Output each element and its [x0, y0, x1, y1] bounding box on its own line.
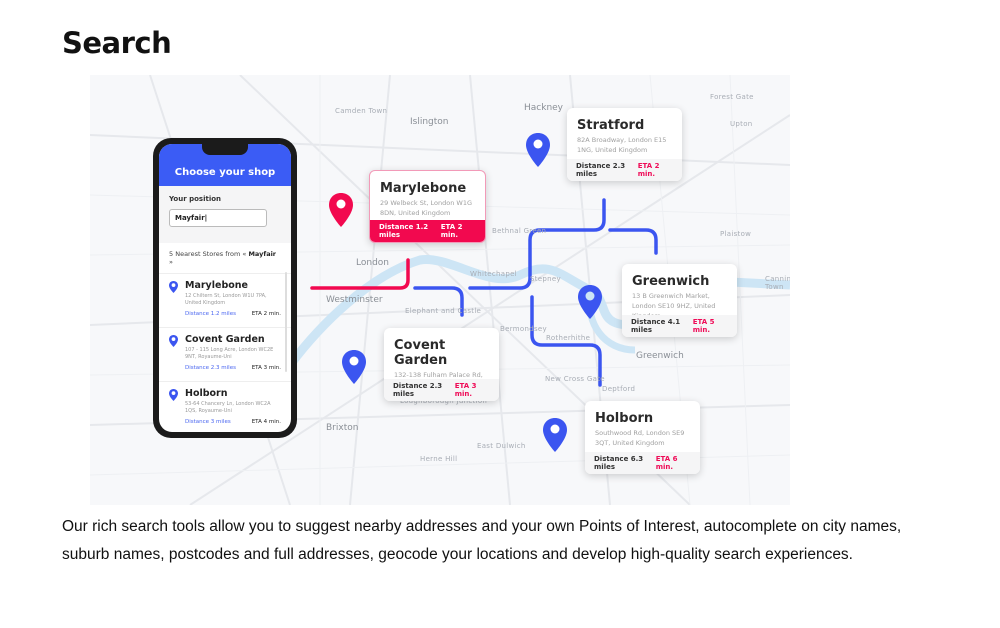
- store-list-item[interactable]: Covent Garden 107 - 115 Long Acre, Londo…: [159, 328, 291, 382]
- store-distance: Distance 6.3 miles: [594, 455, 644, 471]
- store-name: Stratford: [577, 118, 645, 133]
- store-card-greenwich[interactable]: Greenwich 13 B Greenwich Market, London …: [622, 264, 737, 337]
- store-name: Marylebone: [380, 181, 467, 196]
- location-pin-icon: [169, 389, 178, 401]
- page-title: Search: [62, 26, 172, 60]
- map-pin-icon[interactable]: [342, 350, 366, 384]
- map-label: Westminster: [326, 295, 383, 305]
- map-label: Greenwich: [636, 351, 684, 361]
- map-label: Brixton: [326, 423, 359, 433]
- map-label: London: [356, 258, 389, 268]
- map-label: Hackney: [524, 103, 564, 113]
- store-name: Holborn: [595, 411, 654, 426]
- store-address: 82A Broadway, London E15 1NG, United Kin…: [577, 136, 667, 154]
- phone-notch: [202, 144, 248, 155]
- location-pin-icon: [169, 281, 178, 293]
- store-name: Holborn: [185, 388, 228, 399]
- map-pin-icon[interactable]: [526, 133, 550, 167]
- map-label: Rotherhithe: [546, 334, 591, 342]
- store-name: Covent Garden: [185, 334, 265, 345]
- store-card-marylebone[interactable]: Marylebone 29 Welbeck St, London W1G 8DN…: [369, 170, 486, 243]
- map-label: East Dulwich: [477, 442, 526, 450]
- position-input[interactable]: Mayfair|: [169, 209, 267, 227]
- store-address: 53-64 Chancery Ln, London WC2A 1QS, Roya…: [185, 401, 271, 414]
- nearest-stores-heading: 5 Nearest Stores from « Mayfair »: [159, 243, 291, 274]
- map-label: Elephant and Castle: [405, 307, 482, 315]
- store-name: Greenwich: [632, 274, 710, 289]
- store-eta: ETA 6 min.: [655, 455, 678, 471]
- description: Our rich search tools allow you to sugge…: [62, 518, 902, 563]
- map-label: Stepney: [530, 275, 561, 283]
- store-eta: ETA 4 min.: [251, 419, 281, 425]
- store-distance: Distance 2.3 miles: [393, 382, 443, 398]
- store-address: Southwood Rd, London SE9 3QT, United Kin…: [595, 429, 685, 447]
- map-label: Plaistow: [720, 230, 752, 238]
- store-eta: ETA 2 min.: [440, 223, 463, 239]
- store-distance: Distance 1.2 miles: [185, 311, 236, 317]
- store-card-stratford[interactable]: Stratford 82A Broadway, London E15 1NG, …: [567, 108, 682, 181]
- position-value: Mayfair: [175, 214, 205, 222]
- map-label: Whitechapel: [470, 270, 517, 278]
- map-label: Herne Hill: [420, 455, 458, 463]
- store-list-item[interactable]: Holborn 53-64 Chancery Ln, London WC2A 1…: [159, 382, 291, 432]
- store-eta: ETA 5 min.: [692, 318, 715, 334]
- store-distance: Distance 3 miles: [185, 419, 231, 425]
- store-distance: Distance 2.3 miles: [185, 365, 236, 371]
- store-eta: ETA 2 min.: [251, 311, 281, 317]
- position-label: Your position: [169, 195, 222, 203]
- store-card-holborn[interactable]: Holborn Southwood Rd, London SE9 3QT, Un…: [585, 401, 700, 474]
- store-distance: Distance 2.3 miles: [576, 162, 626, 178]
- store-distance: Distance 4.1 miles: [631, 318, 681, 334]
- scrollbar[interactable]: [285, 272, 287, 372]
- store-name: Covent Garden: [394, 338, 448, 368]
- map-label: Bethnal Green: [492, 227, 547, 235]
- store-eta: ETA 3 min.: [454, 382, 477, 398]
- store-list-item[interactable]: Marylebone 12 Chiltern St, London W1U 7P…: [159, 274, 291, 328]
- map-label: New Cross Gate: [545, 375, 605, 383]
- map-pin-red-icon[interactable]: [329, 193, 353, 227]
- store-address: 107 - 115 Long Acre, London WC2E 9NT, Ro…: [185, 347, 274, 360]
- phone-mockup: Choose your shop Your position Mayfair| …: [153, 138, 297, 438]
- store-eta: ETA 3 min.: [251, 365, 281, 371]
- map-label: Deptford: [602, 385, 636, 393]
- location-pin-icon: [169, 335, 178, 347]
- store-distance: Distance 1.2 miles: [379, 223, 429, 239]
- store-card-covent-garden[interactable]: Covent Garden 132-138 Fulham Palace Rd, …: [384, 328, 499, 401]
- map-label: Canning Town: [765, 275, 790, 291]
- map-label: Camden Town: [335, 107, 388, 115]
- map-label: Bermondsey: [500, 325, 547, 333]
- map-label: Islington: [410, 117, 449, 127]
- map-label: Upton: [730, 120, 753, 128]
- store-eta: ETA 2 min.: [637, 162, 660, 178]
- map-label: Forest Gate: [710, 93, 754, 101]
- map-pin-icon[interactable]: [578, 285, 602, 319]
- store-address: 29 Welbeck St, London W1G 8DN, United Ki…: [380, 199, 473, 217]
- store-address: 12 Chiltern St, London W1U 7PA, United K…: [185, 293, 267, 306]
- map-pin-icon[interactable]: [543, 418, 567, 452]
- store-name: Marylebone: [185, 280, 248, 291]
